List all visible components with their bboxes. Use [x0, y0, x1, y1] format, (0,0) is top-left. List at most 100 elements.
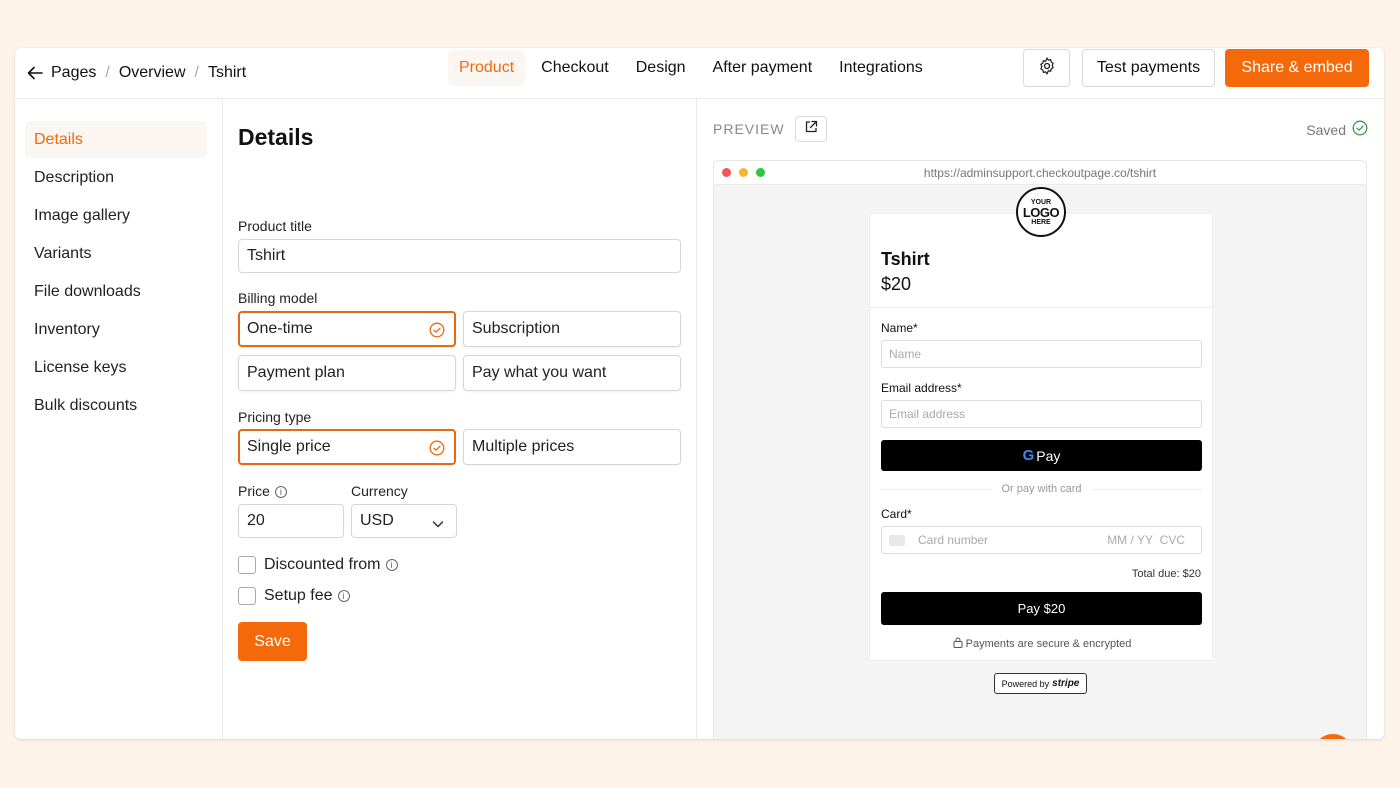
- logo-placeholder: YOUR LOGO HERE: [1016, 187, 1066, 237]
- app-window: Pages / Overview / Tshirt Product Checko…: [15, 48, 1384, 739]
- discounted-from-checkbox[interactable]: [238, 556, 256, 574]
- tab-product[interactable]: Product: [448, 50, 526, 86]
- name-field-label: Name*: [881, 321, 918, 335]
- currency-value: USD: [360, 512, 394, 529]
- currency-label: Currency: [351, 483, 408, 499]
- logo-line: LOGO: [1022, 204, 1060, 220]
- name-label-text: Name: [881, 321, 914, 335]
- billing-option-subscription[interactable]: Subscription: [463, 311, 681, 347]
- name-input[interactable]: Name: [881, 340, 1202, 368]
- billing-option-label: Pay what you want: [472, 364, 607, 381]
- google-pay-button[interactable]: G Pay: [881, 440, 1202, 471]
- billing-option-label: One-time: [247, 320, 313, 337]
- open-external-button[interactable]: [794, 116, 827, 142]
- external-link-icon: [804, 120, 818, 139]
- sidebar-item-license-keys[interactable]: License keys: [25, 349, 207, 386]
- setup-fee-row: Setup fee i: [238, 586, 350, 606]
- setup-fee-label: Setup fee: [264, 587, 333, 604]
- email-label-text: Email address: [881, 381, 958, 395]
- card-cvc-placeholder: CVC: [1159, 533, 1185, 547]
- details-form: Details Product title Tshirt Billing mod…: [224, 99, 697, 739]
- back-arrow-icon[interactable]: [25, 63, 45, 83]
- test-payments-button[interactable]: Test payments: [1082, 49, 1215, 87]
- product-title-label: Product title: [238, 218, 312, 234]
- page-title: Details: [238, 124, 314, 150]
- card-field-label: Card*: [881, 507, 912, 521]
- lock-icon: [953, 637, 966, 651]
- currency-select[interactable]: USD: [351, 504, 457, 538]
- logo-line: HERE: [1031, 218, 1051, 226]
- info-icon[interactable]: i: [337, 590, 350, 602]
- gear-icon: [1037, 56, 1057, 81]
- sidebar-item-inventory[interactable]: Inventory: [25, 311, 207, 348]
- billing-option-payment-plan[interactable]: Payment plan: [238, 355, 456, 391]
- saved-status: Saved: [1306, 120, 1368, 139]
- billing-option-one-time[interactable]: One-time: [238, 311, 456, 347]
- pay-button[interactable]: Pay $20: [881, 592, 1202, 625]
- billing-option-label: Payment plan: [247, 364, 345, 381]
- info-icon[interactable]: i: [274, 486, 287, 499]
- info-icon[interactable]: i: [385, 559, 398, 571]
- checkout-product-title: Tshirt: [881, 249, 930, 269]
- divider: [870, 307, 1214, 308]
- secure-note: Payments are secure & encrypted: [870, 637, 1214, 651]
- card-input[interactable]: Card number MM / YY CVC: [881, 526, 1202, 554]
- sidebar-item-bulk-discounts[interactable]: Bulk discounts: [25, 387, 207, 424]
- card-expiry-cvc: MM / YY CVC: [1107, 533, 1185, 547]
- total-due: Total due: $20: [1131, 568, 1201, 580]
- sidebar-item-image-gallery[interactable]: Image gallery: [25, 197, 207, 234]
- email-field-label: Email address*: [881, 381, 962, 395]
- billing-model-label: Billing model: [238, 290, 318, 306]
- or-pay-with-card: Or pay with card: [1001, 483, 1082, 495]
- discounted-from-row: Discounted from i: [238, 555, 398, 575]
- discounted-from-label: Discounted from: [264, 556, 381, 573]
- pricing-option-label: Multiple prices: [472, 438, 575, 455]
- check-circle-icon: [1346, 120, 1368, 139]
- chevron-down-icon: [432, 516, 444, 534]
- sidebar-item-description[interactable]: Description: [25, 159, 207, 196]
- product-title-input[interactable]: Tshirt: [238, 239, 681, 273]
- preview-label: PREVIEW: [713, 121, 785, 137]
- preview-url: https://adminsupport.checkoutpage.co/tsh…: [923, 166, 1157, 180]
- breadcrumb-overview[interactable]: Overview: [119, 64, 186, 82]
- sidebar-item-variants[interactable]: Variants: [25, 235, 207, 272]
- setup-fee-checkbox[interactable]: [238, 587, 256, 605]
- pricing-option-single-price[interactable]: Single price: [238, 429, 456, 465]
- email-input[interactable]: Email address: [881, 400, 1202, 428]
- card-number-placeholder: Card number: [918, 533, 989, 547]
- top-bar: Pages / Overview / Tshirt Product Checko…: [15, 48, 1384, 99]
- tab-design[interactable]: Design: [625, 50, 697, 86]
- powered-by-text: Powered by: [1001, 678, 1050, 689]
- sidebar: Details Description Image gallery Varian…: [15, 99, 223, 739]
- settings-button[interactable]: [1023, 49, 1070, 87]
- powered-by-stripe-badge[interactable]: Powered by stripe: [994, 673, 1087, 694]
- tab-after-payment[interactable]: After payment: [702, 50, 824, 86]
- check-circle-icon: [429, 440, 445, 461]
- breadcrumb-separator: /: [105, 64, 110, 81]
- pricing-type-label: Pricing type: [238, 409, 312, 425]
- preview-browser: https://adminsupport.checkoutpage.co/tsh…: [713, 160, 1367, 739]
- card-label-text: Card: [881, 507, 908, 521]
- sidebar-item-file-downloads[interactable]: File downloads: [25, 273, 207, 310]
- stripe-wordmark: stripe: [1052, 678, 1080, 689]
- preview-header: PREVIEW: [713, 116, 827, 142]
- breadcrumb: Pages / Overview / Tshirt: [25, 58, 246, 88]
- breadcrumb-separator: /: [194, 64, 199, 81]
- breadcrumb-tshirt: Tshirt: [207, 64, 247, 81]
- billing-option-pay-what-you-want[interactable]: Pay what you want: [463, 355, 681, 391]
- google-pay-label: Pay: [1036, 447, 1061, 464]
- card-expiry-placeholder: MM / YY: [1107, 533, 1153, 547]
- pricing-option-multiple-prices[interactable]: Multiple prices: [463, 429, 681, 465]
- tab-integrations[interactable]: Integrations: [828, 50, 934, 86]
- price-input[interactable]: 20: [238, 504, 344, 538]
- secure-text: Payments are secure & encrypted: [965, 637, 1132, 650]
- tab-checkout[interactable]: Checkout: [530, 50, 620, 86]
- save-button[interactable]: Save: [238, 622, 307, 661]
- main-tabs: Product Checkout Design After payment In…: [448, 50, 939, 86]
- breadcrumb-pages[interactable]: Pages: [51, 64, 96, 82]
- check-circle-icon: [429, 322, 445, 343]
- credit-card-icon: [889, 534, 905, 546]
- share-embed-button[interactable]: Share & embed: [1225, 49, 1369, 87]
- sidebar-item-details[interactable]: Details: [25, 121, 207, 158]
- price-label-text: Price: [238, 483, 270, 499]
